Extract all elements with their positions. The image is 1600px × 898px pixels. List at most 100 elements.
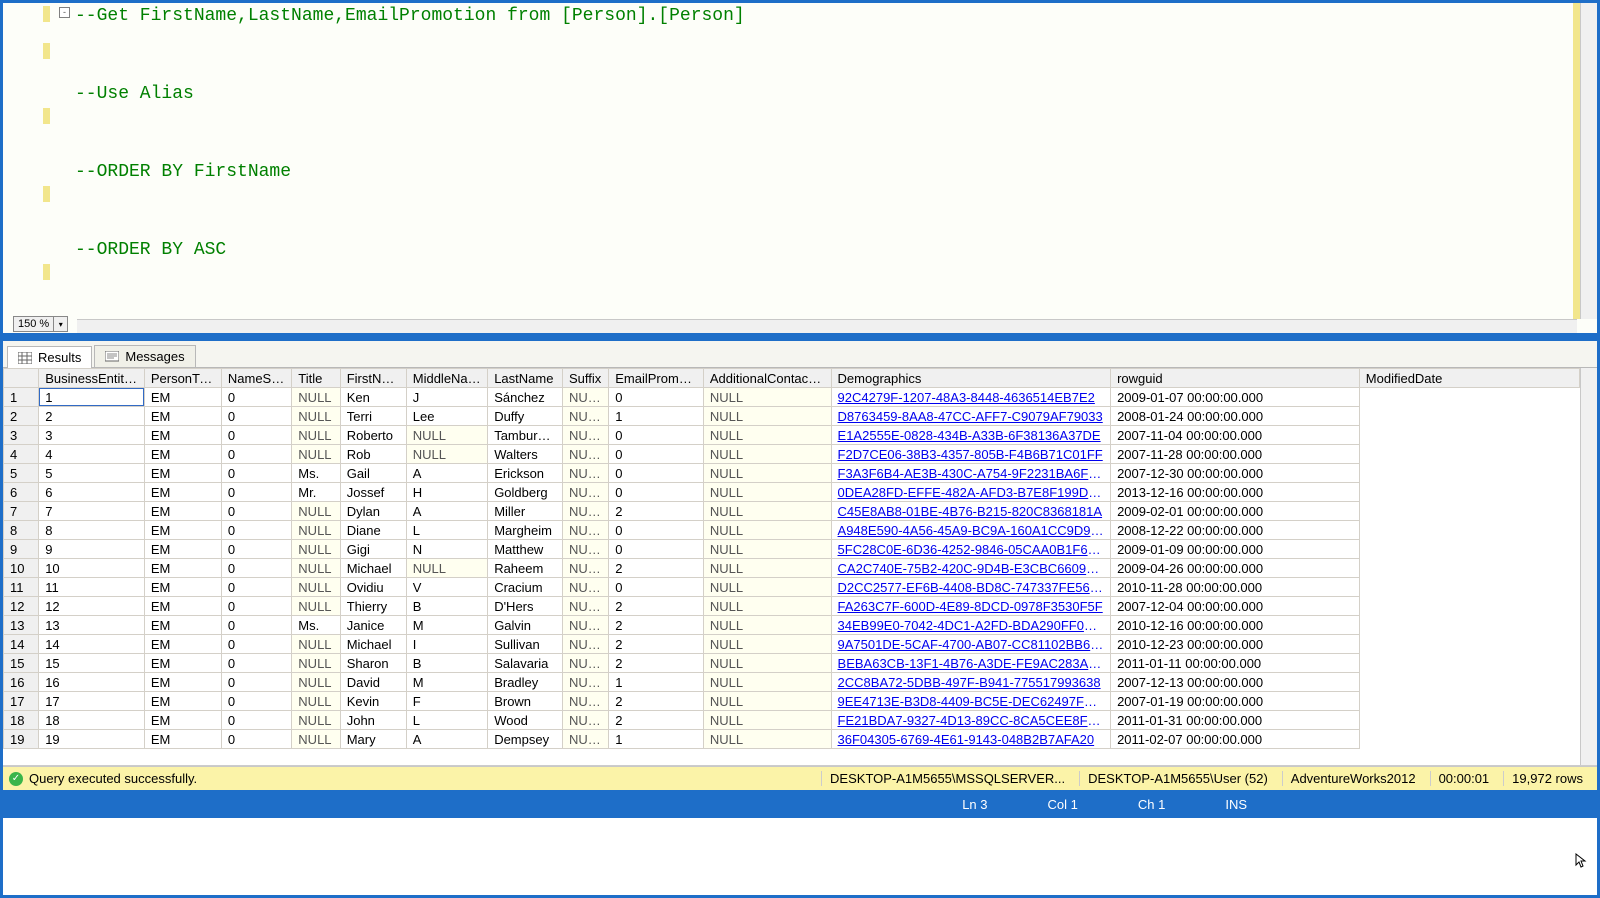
- results-vscrollbar[interactable]: [1580, 368, 1597, 765]
- col-header[interactable]: LastName: [488, 369, 563, 388]
- cell[interactable]: 2010-12-23 00:00:00.000: [1111, 635, 1360, 654]
- cell[interactable]: 34EB99E0-7042-4DC1-A2FD-BDA290FF0E07: [838, 618, 1108, 633]
- cell[interactable]: Sullivan: [488, 635, 563, 654]
- cell[interactable]: NULL: [292, 521, 340, 540]
- cell[interactable]: NULL: [703, 445, 831, 464]
- cell[interactable]: Terri: [340, 407, 406, 426]
- cell[interactable]: 2011-02-07 00:00:00.000: [1111, 730, 1360, 749]
- cell-demographics-link[interactable]: D8763459-8AA8-47CC-AFF7-C9079AF79033: [831, 407, 1111, 426]
- cell[interactable]: 92C4279F-1207-48A3-8448-4636514EB7E2: [838, 390, 1095, 405]
- cell[interactable]: J: [406, 388, 487, 407]
- cell[interactable]: EM: [144, 521, 221, 540]
- cell[interactable]: 1: [39, 388, 145, 407]
- cell[interactable]: Erickson: [488, 464, 563, 483]
- cell[interactable]: 12: [39, 597, 145, 616]
- cell-demographics-link[interactable]: FA263C7F-600D-4E89-8DCD-0978F3530F5F: [831, 597, 1111, 616]
- cell[interactable]: 2: [609, 559, 704, 578]
- cell[interactable]: 2010-11-28 00:00:00.000: [1111, 578, 1360, 597]
- cell[interactable]: NULL: [703, 616, 831, 635]
- cell[interactable]: 2009-04-26 00:00:00.000: [1111, 559, 1360, 578]
- cell[interactable]: NULL: [292, 540, 340, 559]
- cell[interactable]: M: [406, 616, 487, 635]
- cell[interactable]: NULL: [292, 559, 340, 578]
- cell[interactable]: 0: [221, 445, 291, 464]
- cell[interactable]: 18: [39, 711, 145, 730]
- cell[interactable]: 2009-02-01 00:00:00.000: [1111, 502, 1360, 521]
- cell[interactable]: 0: [221, 407, 291, 426]
- cell[interactable]: A948E590-4A56-45A9-BC9A-160A1CC9D990: [838, 523, 1105, 538]
- cell[interactable]: 2007-01-19 00:00:00.000: [1111, 692, 1360, 711]
- cell[interactable]: NULL: [703, 559, 831, 578]
- cell[interactable]: Walters: [488, 445, 563, 464]
- cell[interactable]: EM: [144, 445, 221, 464]
- col-header[interactable]: NameStyle: [221, 369, 291, 388]
- cell[interactable]: NULL: [563, 388, 609, 407]
- cell[interactable]: 0: [221, 673, 291, 692]
- zoom-dropdown-icon[interactable]: ▾: [54, 316, 68, 332]
- cell[interactable]: 0: [221, 597, 291, 616]
- cell[interactable]: 2007-12-04 00:00:00.000: [1111, 597, 1360, 616]
- col-header[interactable]: FirstName: [340, 369, 406, 388]
- cell[interactable]: 10: [39, 559, 145, 578]
- cell[interactable]: 2007-11-04 00:00:00.000: [1111, 426, 1360, 445]
- cell[interactable]: V: [406, 578, 487, 597]
- table-row[interactable]: 1818EM0NULLJohnLWoodNULL2NULLFE21BDA7-93…: [4, 711, 1580, 730]
- cell[interactable]: 0: [221, 578, 291, 597]
- cell[interactable]: E1A2555E-0828-434B-A33B-6F38136A37DE: [838, 428, 1101, 443]
- cell-demographics-link[interactable]: 36F04305-6769-4E61-9143-048B2B7AFA20: [831, 730, 1111, 749]
- cell[interactable]: 2: [39, 407, 145, 426]
- cell[interactable]: NULL: [703, 540, 831, 559]
- cell[interactable]: EM: [144, 635, 221, 654]
- cell[interactable]: EM: [144, 388, 221, 407]
- cell[interactable]: 2: [609, 635, 704, 654]
- cell[interactable]: 2CC8BA72-5DBB-497F-B941-775517993638: [838, 675, 1101, 690]
- cell[interactable]: N: [406, 540, 487, 559]
- cell[interactable]: Gail: [340, 464, 406, 483]
- cell[interactable]: NULL: [563, 464, 609, 483]
- cell[interactable]: Sánchez: [488, 388, 563, 407]
- cell[interactable]: 0: [221, 654, 291, 673]
- editor-text[interactable]: --Get FirstName,LastName,EmailPromotion …: [75, 3, 1577, 323]
- col-header[interactable]: Suffix: [563, 369, 609, 388]
- cell[interactable]: NULL: [406, 445, 487, 464]
- cell-demographics-link[interactable]: 0DEA28FD-EFFE-482A-AFD3-B7E8F199D56F: [831, 483, 1111, 502]
- cell[interactable]: NULL: [563, 711, 609, 730]
- cell[interactable]: Miller: [488, 502, 563, 521]
- cell[interactable]: Mary: [340, 730, 406, 749]
- cell[interactable]: NULL: [563, 635, 609, 654]
- cell[interactable]: 0: [221, 521, 291, 540]
- cell[interactable]: NULL: [703, 711, 831, 730]
- cell[interactable]: Bradley: [488, 673, 563, 692]
- cell[interactable]: EM: [144, 711, 221, 730]
- cell[interactable]: 2007-12-13 00:00:00.000: [1111, 673, 1360, 692]
- cell[interactable]: EM: [144, 483, 221, 502]
- table-row[interactable]: 99EM0NULLGigiNMatthewNULL0NULL5FC28C0E-6…: [4, 540, 1580, 559]
- cell[interactable]: NULL: [292, 445, 340, 464]
- cell[interactable]: EM: [144, 597, 221, 616]
- cell[interactable]: NULL: [703, 407, 831, 426]
- cell-demographics-link[interactable]: A948E590-4A56-45A9-BC9A-160A1CC9D990: [831, 521, 1111, 540]
- cell[interactable]: 0: [609, 540, 704, 559]
- cell[interactable]: 2: [609, 502, 704, 521]
- cell[interactable]: David: [340, 673, 406, 692]
- cell[interactable]: 2009-01-09 00:00:00.000: [1111, 540, 1360, 559]
- cell[interactable]: Diane: [340, 521, 406, 540]
- cell[interactable]: Janice: [340, 616, 406, 635]
- cell[interactable]: 0: [609, 464, 704, 483]
- table-row[interactable]: 1313EM0Ms.JaniceMGalvinNULL2NULL34EB99E0…: [4, 616, 1580, 635]
- cell[interactable]: F: [406, 692, 487, 711]
- cell[interactable]: 0: [609, 578, 704, 597]
- cell[interactable]: 2010-12-16 00:00:00.000: [1111, 616, 1360, 635]
- zoom-level[interactable]: 150 %: [13, 316, 54, 332]
- table-row[interactable]: 1515EM0NULLSharonBSalavariaNULL2NULLBEBA…: [4, 654, 1580, 673]
- cell[interactable]: NULL: [563, 445, 609, 464]
- editor-hscrollbar[interactable]: [77, 319, 1577, 333]
- cell[interactable]: D2CC2577-EF6B-4408-BD8C-747337FE5645: [838, 580, 1105, 595]
- cell-demographics-link[interactable]: CA2C740E-75B2-420C-9D4B-E3CBC6609604: [831, 559, 1111, 578]
- cell[interactable]: I: [406, 635, 487, 654]
- cell[interactable]: NULL: [703, 521, 831, 540]
- cell[interactable]: NULL: [703, 426, 831, 445]
- cell[interactable]: 0: [221, 502, 291, 521]
- cell[interactable]: F3A3F6B4-AE3B-430C-A754-9F2231BA6FEF: [838, 466, 1105, 481]
- cell[interactable]: Matthew: [488, 540, 563, 559]
